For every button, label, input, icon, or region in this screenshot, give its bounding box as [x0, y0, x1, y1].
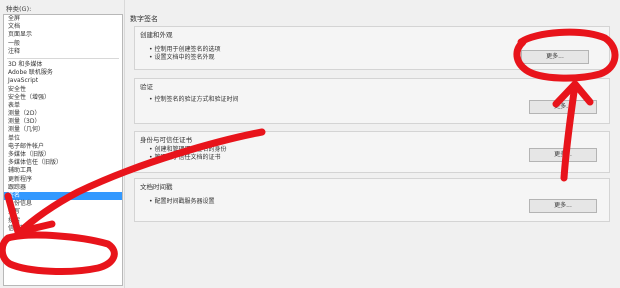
section-verification: 验证 • 控制签名的验证方式和验证时间 更多... — [134, 78, 610, 124]
description-line: • 控制签名的验证方式和验证时间 — [149, 96, 239, 103]
category-item[interactable]: 拼写 — [4, 208, 122, 216]
category-separator — [7, 57, 119, 59]
category-item[interactable]: 3D 和多媒体 — [4, 61, 122, 69]
category-item[interactable]: 注释 — [4, 48, 122, 56]
section-title: 身份与可信任证书 — [140, 136, 192, 144]
description-line: • 创建和管理用于签名的身份 — [149, 146, 227, 153]
description-line: • 管理用于信任文档的证书 — [149, 154, 221, 161]
category-item[interactable]: 多媒体（旧版） — [4, 151, 122, 159]
section-title: 文档时间戳 — [140, 183, 173, 191]
category-item[interactable]: 一般 — [4, 40, 122, 48]
category-item[interactable]: 单位 — [4, 135, 122, 143]
category-item[interactable]: 搜索 — [4, 217, 122, 225]
pane-divider — [124, 0, 125, 288]
section-title: 验证 — [140, 83, 153, 91]
category-label: 种类(G): — [6, 5, 32, 13]
category-item[interactable]: 文档 — [4, 23, 122, 31]
section-identities-certificates: 身份与可信任证书 • 创建和管理用于签名的身份 • 管理用于信任文档的证书 更多… — [134, 131, 610, 173]
section-signature-creation: 创建和外观 • 控制用于创建签名的选项 • 设置文档中的签名外观 更多... — [134, 26, 610, 70]
description-line: • 设置文档中的签名外观 — [149, 54, 215, 61]
verification-more-button[interactable]: 更多... — [529, 100, 597, 114]
category-item[interactable]: 全屏 — [4, 15, 122, 23]
page-title: 数字签名 — [130, 15, 158, 23]
category-item[interactable]: 电子邮件帐户 — [4, 143, 122, 151]
category-item[interactable]: 测量（几何） — [4, 126, 122, 134]
category-item[interactable]: 页面显示 — [4, 31, 122, 39]
category-item[interactable]: 签名 — [4, 191, 122, 201]
section-document-timestamp: 文档时间戳 • 配置时间戳服务器设置 更多... — [134, 178, 610, 222]
description-line: • 配置时间戳服务器设置 — [149, 198, 215, 205]
category-item[interactable]: 身份信息 — [4, 200, 122, 208]
creation-more-button[interactable]: 更多... — [521, 50, 589, 64]
description-line: • 控制用于创建签名的选项 — [149, 46, 221, 53]
category-item[interactable]: JavaScript — [4, 77, 122, 85]
category-item[interactable]: 表单 — [4, 102, 122, 110]
timestamp-more-button[interactable]: 更多... — [529, 199, 597, 213]
section-description: • 创建和管理用于签名的身份 • 管理用于信任文档的证书 — [149, 146, 226, 162]
category-item[interactable]: 更新程序 — [4, 176, 122, 184]
section-title: 创建和外观 — [140, 31, 173, 39]
section-description: • 控制用于创建签名的选项 • 设置文档中的签名外观 — [149, 46, 220, 62]
category-item[interactable]: Adobe 联机服务 — [4, 69, 122, 77]
section-description: • 控制签名的验证方式和验证时间 — [149, 96, 238, 104]
category-item[interactable]: 跟踪器 — [4, 184, 122, 192]
identities-more-button[interactable]: 更多... — [529, 148, 597, 162]
category-item[interactable]: 安全性 — [4, 86, 122, 94]
category-item[interactable]: 安全性（增强） — [4, 94, 122, 102]
category-item[interactable]: 辅助工具 — [4, 167, 122, 175]
category-list[interactable]: 全屏 文档 页面显示 一般 注释 3D 和多媒体 Adobe 联机服务 JavaScript… — [3, 14, 123, 286]
section-description: • 配置时间戳服务器设置 — [149, 198, 214, 206]
category-item[interactable]: 信任管理器 — [4, 225, 122, 233]
